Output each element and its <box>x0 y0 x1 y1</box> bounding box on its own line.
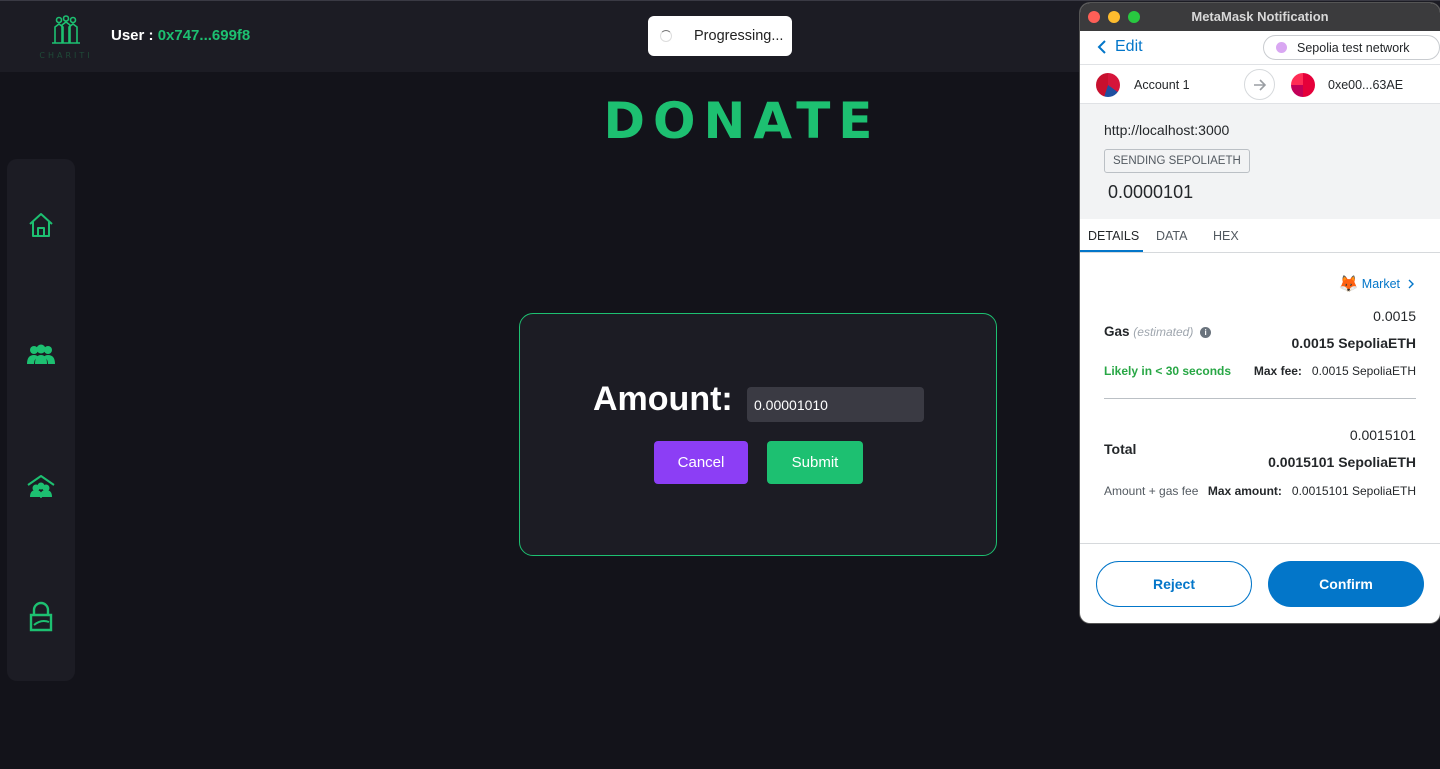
donate-form-card: Amount: Cancel Submit <box>519 313 997 556</box>
window-title: MetaMask Notification <box>1191 9 1329 24</box>
market-link[interactable]: 🦊 Market <box>1339 274 1416 294</box>
from-account-avatar <box>1096 73 1120 97</box>
action-badge: SENDING SEPOLIAETH <box>1104 149 1250 173</box>
max-fee-label: Max fee: <box>1253 364 1302 378</box>
total-amount: 0.0015101 SepoliaETH <box>1268 454 1416 470</box>
metamask-fox-icon: 🦊 <box>1338 276 1359 293</box>
amount-gas-fee-label: Amount + gas fee <box>1104 484 1199 498</box>
divider <box>1104 398 1416 399</box>
edit-label: Edit <box>1115 38 1143 55</box>
metamask-footer: Reject Confirm <box>1080 543 1440 623</box>
from-account-name[interactable]: Account 1 <box>1134 78 1190 92</box>
arrow-right-icon <box>1244 69 1275 100</box>
edit-button[interactable]: Edit <box>1097 38 1143 56</box>
chariti-logo[interactable]: CHARITI <box>34 15 98 63</box>
info-icon[interactable]: i <box>1200 327 1212 338</box>
total-label: Total <box>1104 441 1137 457</box>
likely-time: Likely in < 30 seconds <box>1104 364 1232 378</box>
max-fee-value: 0.0015 SepoliaETH <box>1311 364 1416 378</box>
logo-text: CHARITI <box>39 51 93 60</box>
transaction-details: 🦊 Market Gas (estimated) i 0.0015 0.0015… <box>1080 253 1440 541</box>
account-transfer-row: Account 1 0xe00...63AE <box>1080 64 1440 104</box>
window-titlebar: MetaMask Notification <box>1080 3 1440 31</box>
gas-amount: 0.0015 SepoliaETH <box>1291 335 1416 351</box>
to-account-address[interactable]: 0xe00...63AE <box>1328 78 1403 92</box>
amount-input[interactable] <box>747 387 924 422</box>
chevron-left-icon <box>1097 40 1106 54</box>
gas-label-text: Gas <box>1104 324 1130 339</box>
transaction-summary: http://localhost:3000 SENDING SEPOLIAETH… <box>1080 104 1440 219</box>
cancel-button[interactable]: Cancel <box>654 441 748 484</box>
user-address: 0x747...699f8 <box>157 27 251 44</box>
chevron-right-icon <box>1408 279 1414 289</box>
page-title: DONATE <box>603 92 881 150</box>
home-icon[interactable] <box>25 209 57 241</box>
metamask-header: Edit Sepolia test network <box>1080 31 1440 64</box>
max-amount-value: 0.0015101 SepoliaETH <box>1291 484 1416 498</box>
spinner-icon <box>660 30 672 42</box>
gas-fiat-value: 0.0015 <box>1373 308 1416 324</box>
to-account-avatar <box>1291 73 1315 97</box>
profile-icon[interactable] <box>25 600 57 632</box>
charity-house-icon[interactable] <box>25 470 57 502</box>
send-amount: 0.0000101 <box>1108 182 1194 202</box>
max-fee: Max fee: 0.0015 SepoliaETH <box>1254 364 1416 378</box>
user-label: User : <box>111 27 158 44</box>
max-amount-label: Max amount: <box>1207 484 1282 498</box>
network-name: Sepolia test network <box>1297 40 1410 55</box>
logo-icon <box>52 15 80 44</box>
market-label: Market <box>1361 277 1400 291</box>
users-icon[interactable] <box>25 339 57 371</box>
network-badge[interactable]: Sepolia test network <box>1263 35 1440 60</box>
total-fiat-value: 0.0015101 <box>1349 427 1416 443</box>
amount-label: Amount: <box>593 380 733 418</box>
toast-text: Progressing... <box>694 28 784 44</box>
tab-hex[interactable]: HEX <box>1213 229 1239 243</box>
progress-toast: Progressing... <box>648 16 792 56</box>
confirm-button[interactable]: Confirm <box>1268 561 1424 607</box>
details-tabs: DETAILS DATA HEX <box>1080 219 1440 253</box>
gas-estimated-label: (estimated) <box>1133 325 1194 339</box>
gas-label: Gas (estimated) i <box>1104 324 1212 339</box>
tab-details[interactable]: DETAILS <box>1088 229 1139 243</box>
tab-data[interactable]: DATA <box>1156 229 1187 243</box>
max-amount: Max amount: 0.0015101 SepoliaETH <box>1208 484 1416 498</box>
network-dot-icon <box>1276 42 1287 53</box>
user-info: User : 0x747...699f8 <box>111 27 250 44</box>
reject-button[interactable]: Reject <box>1096 561 1252 607</box>
sidebar <box>7 159 75 681</box>
active-tab-indicator <box>1080 250 1143 252</box>
origin-url: http://localhost:3000 <box>1104 122 1230 138</box>
submit-button[interactable]: Submit <box>767 441 863 484</box>
metamask-window: MetaMask Notification Edit Sepolia test … <box>1080 3 1440 623</box>
